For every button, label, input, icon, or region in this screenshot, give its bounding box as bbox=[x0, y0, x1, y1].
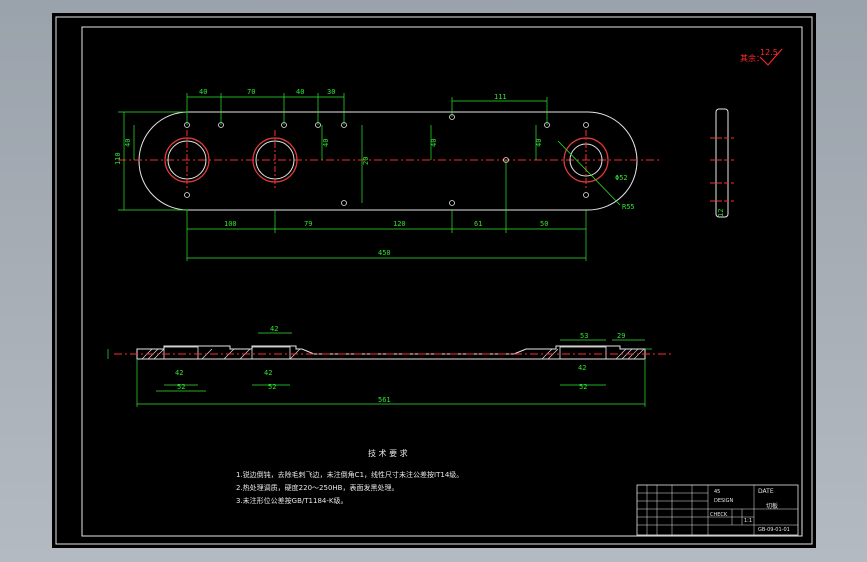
dim-overall-length: 450 bbox=[378, 249, 391, 257]
plan-dimension-text: 40 70 40 30 111 110 40 40 40 40 20 100 7… bbox=[114, 88, 635, 257]
cad-viewport: 40 70 40 30 111 110 40 40 40 40 20 100 7… bbox=[0, 0, 867, 562]
dim-left-height: 110 bbox=[114, 152, 122, 165]
tech-req-line-3: 3.未注形位公差按GB/T1184-K级。 bbox=[236, 496, 347, 505]
dim-bottom-2: 79 bbox=[304, 220, 312, 228]
dim-bottom-5: 50 bbox=[540, 220, 548, 228]
tb-field-a: DESIGN bbox=[714, 498, 734, 504]
dim-radius: R55 bbox=[622, 203, 635, 211]
plate-outline bbox=[138, 111, 638, 211]
dim-bore-4: 52 bbox=[268, 383, 276, 391]
dim-side-thk: 12 bbox=[717, 209, 725, 217]
dim-bore-2: 52 bbox=[177, 383, 185, 391]
dim-mid-a: 40 bbox=[322, 139, 330, 147]
tb-field-b: CHECK bbox=[710, 512, 728, 518]
plan-view: 40 70 40 30 111 110 40 40 40 40 20 100 7… bbox=[114, 88, 660, 261]
section-dimension-text: 561 42 52 42 52 42 52 42 53 29 bbox=[175, 325, 625, 404]
dim-section-overall: 561 bbox=[378, 396, 391, 404]
dim-top-right: 111 bbox=[494, 93, 507, 101]
inner-border bbox=[81, 26, 803, 537]
tb-material: 45 bbox=[714, 489, 720, 495]
dim-top-3: 40 bbox=[296, 88, 304, 96]
tb-part-name: 切板 bbox=[766, 502, 778, 510]
tech-req-line-2: 2.热处理调质，硬度220～250HB，表面发黑处理。 bbox=[236, 483, 398, 492]
plan-dimension-lines bbox=[118, 93, 587, 261]
dim-bottom-3: 120 bbox=[393, 220, 406, 228]
dim-hole-dia: Φ52 bbox=[615, 174, 628, 182]
dim-top-2: 70 bbox=[247, 88, 255, 96]
roughness-value: 12.5 bbox=[760, 48, 778, 57]
dim-section-top-a: 42 bbox=[270, 325, 278, 333]
roughness-note: 其余： 12.5 bbox=[740, 48, 783, 66]
technical-requirements: 技 术 要 求 1.锐边倒钝，去除毛刺飞边，未注倒角C1，线性尺寸未注公差按IT… bbox=[236, 448, 463, 505]
tech-req-line-1: 1.锐边倒钝，去除毛刺飞边，未注倒角C1，线性尺寸未注公差按IT14级。 bbox=[236, 470, 463, 479]
hole-right bbox=[557, 130, 621, 206]
dim-bottom-4: 61 bbox=[474, 220, 482, 228]
dim-mid-d: 20 bbox=[362, 157, 370, 165]
section-outline bbox=[136, 345, 646, 360]
dim-bottom-1: 100 bbox=[224, 220, 237, 228]
side-view: 12 bbox=[710, 108, 734, 218]
tb-school: DATE bbox=[758, 488, 774, 495]
dim-left-small: 40 bbox=[124, 139, 132, 147]
drawing-sheet[interactable]: 40 70 40 30 111 110 40 40 40 40 20 100 7… bbox=[52, 13, 816, 548]
dim-top-1: 40 bbox=[199, 88, 207, 96]
title-block: 45 DESIGN DATE 切板 1:1 CHECK GB-09-01-01 bbox=[636, 484, 799, 536]
dim-section-right: 29 bbox=[617, 332, 625, 340]
drawing-canvas: 40 70 40 30 111 110 40 40 40 40 20 100 7… bbox=[55, 16, 813, 545]
tb-scale: 1:1 bbox=[744, 518, 752, 524]
dim-section-top-b: 53 bbox=[580, 332, 588, 340]
tb-drawing-no: GB-09-01-01 bbox=[758, 527, 790, 533]
dim-bore-6: 52 bbox=[579, 383, 587, 391]
dim-mid-c: 40 bbox=[535, 139, 543, 147]
dim-bore-3: 42 bbox=[264, 369, 272, 377]
section-view: 561 42 52 42 52 42 52 42 53 29 bbox=[107, 325, 672, 407]
tech-req-title: 技 术 要 求 bbox=[368, 448, 408, 458]
outer-border bbox=[55, 16, 813, 545]
dim-bore-1: 42 bbox=[175, 369, 183, 377]
dim-mid-b: 40 bbox=[430, 139, 438, 147]
dim-top-4: 30 bbox=[327, 88, 335, 96]
dim-bore-5: 42 bbox=[578, 364, 586, 372]
